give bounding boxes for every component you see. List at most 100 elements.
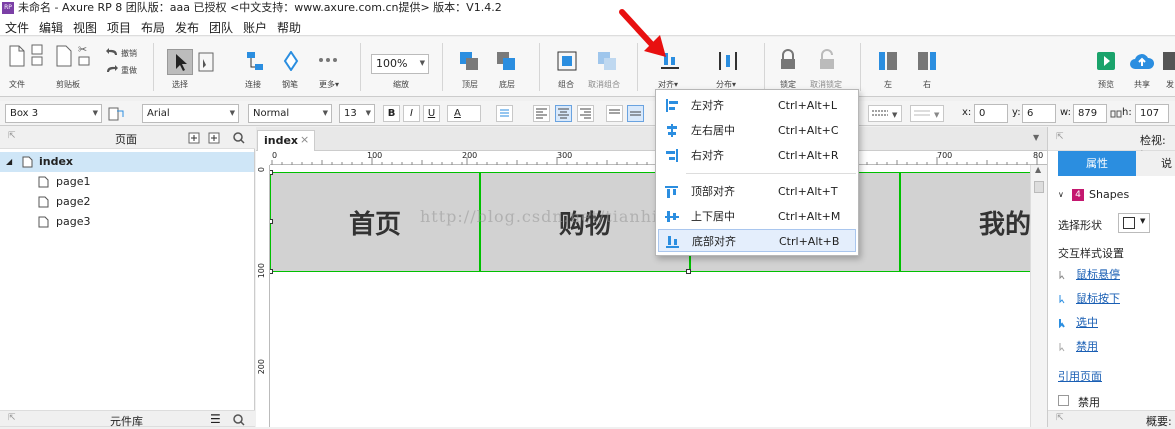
close-icon[interactable]: ×: [300, 133, 309, 146]
menu-lines-icon[interactable]: ☰: [210, 412, 221, 426]
menu-item-align-left[interactable]: 左对齐 Ctrl+Alt+L: [658, 94, 856, 117]
page-tree-item-page2[interactable]: page2: [0, 192, 254, 212]
resize-handle[interactable]: [270, 219, 273, 224]
menu-file[interactable]: 文件: [5, 19, 29, 36]
ribbon-separator: [539, 43, 540, 91]
ungroup-icon[interactable]: [597, 51, 617, 71]
lock-icon[interactable]: [779, 49, 797, 71]
text-align-right-button[interactable]: [577, 105, 594, 122]
menu-account[interactable]: 账户: [243, 19, 267, 36]
w-field[interactable]: 879: [1073, 104, 1107, 123]
connect-icon[interactable]: [246, 51, 264, 71]
valign-top-button[interactable]: [606, 105, 623, 122]
select-mode-button[interactable]: [167, 49, 193, 75]
save-icon[interactable]: [30, 43, 44, 67]
more-icon[interactable]: [318, 57, 338, 63]
menu-help[interactable]: 帮助: [277, 19, 301, 36]
page-tree-item-page1[interactable]: page1: [0, 172, 254, 192]
search-icon[interactable]: [233, 414, 245, 426]
menu-item-align-top[interactable]: 顶部对齐 Ctrl+Alt+T: [658, 180, 856, 203]
send-to-bottom-icon[interactable]: [496, 51, 516, 71]
italic-button[interactable]: I: [403, 105, 420, 122]
menu-item-align-right[interactable]: 右对齐 Ctrl+Alt+R: [658, 144, 856, 167]
share-cloud-icon[interactable]: [1130, 52, 1154, 70]
line-style-select[interactable]: ▼: [868, 105, 902, 122]
search-icon[interactable]: [233, 132, 245, 144]
resize-handle[interactable]: [686, 269, 691, 274]
cut-icon[interactable]: ✂: [77, 43, 91, 67]
vertical-scrollbar[interactable]: ▲: [1030, 165, 1047, 427]
preview-icon[interactable]: [1097, 52, 1115, 70]
expand-triangle-icon[interactable]: ◢: [6, 152, 12, 172]
undo-icon[interactable]: [105, 47, 119, 57]
add-folder-icon[interactable]: [208, 132, 221, 144]
bring-to-top-icon[interactable]: [459, 51, 479, 71]
disabled-checkbox[interactable]: [1058, 395, 1069, 406]
font-size-select[interactable]: 13 ▼: [339, 104, 375, 123]
group-icon[interactable]: [557, 51, 577, 71]
tab-notes[interactable]: 说: [1136, 151, 1175, 176]
add-page-icon[interactable]: [188, 132, 201, 144]
menu-team[interactable]: 团队: [209, 19, 233, 36]
ref-page-link[interactable]: 引用页面: [1058, 368, 1102, 384]
font-style-select[interactable]: Normal ▼: [248, 104, 332, 123]
menu-publish[interactable]: 发布: [175, 19, 199, 36]
collapse-icon[interactable]: ⇱: [8, 131, 16, 141]
widget-name-select[interactable]: Box 3 ▼: [5, 104, 102, 123]
collapse-icon[interactable]: ⇱: [1056, 413, 1064, 423]
mouse-hover-link[interactable]: 鼠标悬停: [1076, 266, 1120, 282]
select-contain-icon[interactable]: [197, 51, 215, 73]
shape-picker[interactable]: ▼: [1118, 213, 1150, 233]
more-label[interactable]: 更多▾: [319, 79, 339, 90]
new-file-icon[interactable]: [8, 45, 26, 67]
menu-item-align-bottom[interactable]: 底部对齐 Ctrl+Alt+B: [658, 229, 856, 252]
disabled-link[interactable]: 禁用: [1076, 338, 1098, 354]
y-field[interactable]: 6: [1022, 104, 1056, 123]
valign-middle-button[interactable]: [627, 105, 644, 122]
collapse-icon[interactable]: ⇱: [8, 413, 16, 423]
line-arrow-select[interactable]: ▼: [910, 105, 944, 122]
text-align-left-button[interactable]: [533, 105, 550, 122]
x-field[interactable]: 0: [974, 104, 1008, 123]
collapse-icon[interactable]: ⇱: [1056, 132, 1064, 142]
mouse-down-link[interactable]: 鼠标按下: [1076, 290, 1120, 306]
scroll-up-icon[interactable]: ▲: [1035, 165, 1041, 174]
menu-project[interactable]: 项目: [107, 19, 131, 36]
design-canvas[interactable]: 首页 购物 我的 http://blog.csdn.net/tianhixuan…: [270, 165, 1030, 427]
menu-item-align-center[interactable]: 左右居中 Ctrl+Alt+C: [658, 119, 856, 142]
pen-icon[interactable]: [282, 51, 300, 71]
menu-view[interactable]: 视图: [73, 19, 97, 36]
chevron-down-icon[interactable]: ∨: [1058, 190, 1064, 199]
bold-button[interactable]: B: [383, 105, 400, 122]
align-middle-icon: [665, 211, 679, 222]
paste-icon[interactable]: [55, 45, 73, 67]
text-align-center-button[interactable]: [555, 105, 572, 122]
lock-ratio-icon[interactable]: [1110, 109, 1122, 119]
chevron-down-icon[interactable]: ▼: [1033, 133, 1039, 142]
publish-icon[interactable]: [1163, 52, 1175, 70]
align-left-tool-icon[interactable]: [878, 51, 898, 71]
scroll-thumb[interactable]: [1034, 181, 1044, 193]
menu-item-align-middle[interactable]: 上下居中 Ctrl+Alt+M: [658, 205, 856, 228]
distribute-icon[interactable]: [718, 51, 738, 71]
unlock-icon[interactable]: [818, 49, 836, 71]
h-field[interactable]: 107: [1135, 104, 1169, 123]
align-right-tool-icon[interactable]: [917, 51, 937, 71]
menu-layout[interactable]: 布局: [141, 19, 165, 36]
underline-button[interactable]: U: [423, 105, 440, 122]
selected-link[interactable]: 选中: [1076, 314, 1098, 330]
menu-edit[interactable]: 编辑: [39, 19, 63, 36]
font-family-select[interactable]: Arial ▼: [142, 104, 239, 123]
format-painter-icon[interactable]: [108, 107, 124, 121]
zoom-select[interactable]: 100% ▼: [371, 54, 429, 74]
redo-icon[interactable]: [105, 64, 119, 74]
tab-properties[interactable]: 属性: [1058, 151, 1136, 176]
resize-handle[interactable]: [270, 170, 273, 175]
tab-index[interactable]: index ×: [257, 130, 315, 151]
bullet-list-button[interactable]: [496, 105, 513, 122]
nav-box-mine[interactable]: 我的: [900, 172, 1030, 272]
resize-handle[interactable]: [270, 269, 273, 274]
page-tree-item-index[interactable]: ◢ index: [0, 152, 254, 172]
font-color-button[interactable]: A: [447, 105, 481, 122]
page-tree-item-page3[interactable]: page3: [0, 212, 254, 232]
